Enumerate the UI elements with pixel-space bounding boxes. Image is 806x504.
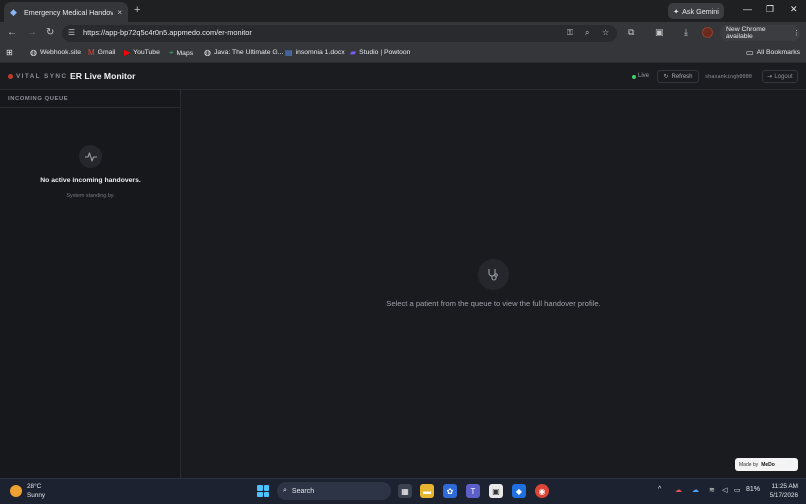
new-chrome-available-button[interactable]: New Chrome available ⋮ [720,25,800,41]
badge-close-icon[interactable]: × [788,461,792,467]
bookmark-webhook[interactable]: ◍ Webhook.site [30,48,81,57]
tab-favicon-icon: ◆ [10,6,17,17]
username: shaxankingh0000 [705,74,752,80]
chrome-icon[interactable]: ◉ [535,484,549,498]
search-icon: ⌕ [283,487,287,494]
weather-condition: Sunny [27,491,46,499]
medo-logo: MeDo [761,461,775,468]
system-clock[interactable]: 11:25 AM 5/17/2026 [762,483,798,500]
password-key-icon[interactable]: ⚿ [567,28,573,38]
gemini-sparkle-icon: ✦ [673,6,680,16]
weather-widget[interactable]: 28°C Sunny [27,483,45,500]
battery-percent: 81% [746,486,761,493]
powtoon-icon: ▰ [350,48,357,57]
brand-dot [8,74,13,79]
bookmark-youtube[interactable]: ▶ YouTube [124,48,160,57]
logout-label: Logout [774,73,793,80]
page-title: ER Live Monitor [70,71,136,81]
tray-app-icon[interactable]: ☁ [675,486,682,494]
close-window-icon[interactable]: ✕ [790,4,798,15]
empty-queue-subtitle: System standing by. [66,193,115,199]
extensions-icon[interactable]: ⧉ [628,27,634,38]
tab-close-icon[interactable]: × [117,8,122,17]
file-explorer-icon[interactable]: ▬ [420,484,434,498]
volume-icon[interactable]: ◁ [722,486,727,494]
globe-icon: ◍ [30,48,37,57]
download-icon[interactable]: ⤓ [684,27,688,38]
restore-icon[interactable]: ❐ [766,4,774,15]
empty-queue-title: No active incoming handovers. [40,177,141,184]
logout-icon: ⇥ [767,74,773,80]
reload-icon[interactable]: ↻ [46,27,54,38]
new-chrome-label: New Chrome available [726,26,766,40]
profile-avatar[interactable] [702,27,713,38]
activity-pulse-icon [79,145,102,168]
brand-name: VITAL SYNC [16,73,68,80]
tray-chevron-icon[interactable]: ^ [658,486,661,493]
taskbar-search[interactable]: ⌕ Search [277,482,391,500]
task-view-icon[interactable]: ▦ [398,484,412,498]
select-patient-message: Select a patient from the queue to view … [386,299,601,308]
live-status-label: Live [638,73,650,79]
wifi-icon[interactable]: ≋ [709,486,715,494]
bookmark-gmail[interactable]: M Gmail [88,48,115,57]
browser-tab[interactable]: ◆ Emergency Medical Handover × [4,2,128,22]
ask-gemini-button[interactable]: ✦ Ask Gemini [668,3,724,19]
forward-arrow-icon[interactable]: → [27,27,37,38]
copilot-icon[interactable]: ✿ [443,484,457,498]
refresh-icon: ↻ [663,74,669,80]
bookmark-insomnia[interactable]: ▤ insomnia 1.docx [285,48,345,57]
store-icon[interactable]: ▣ [489,484,503,498]
tab-title: Emergency Medical Handover [24,7,114,17]
site-settings-icon[interactable]: ☰ [68,28,75,37]
minimize-icon[interactable]: — [743,4,752,14]
live-status-dot [632,75,636,79]
url-text[interactable]: https://app-bp72q5c4r0n5.appmedo.com/er-… [83,28,252,37]
made-by-label: Made by [739,461,759,468]
onedrive-icon[interactable]: ☁ [692,486,699,494]
side-panel-icon[interactable]: ▣ [655,27,664,38]
ask-gemini-label: Ask Gemini [682,6,719,16]
all-bookmarks[interactable]: ▭ All Bookmarks [746,48,800,57]
teams-icon[interactable]: T [466,484,480,498]
back-arrow-icon[interactable]: ← [7,27,17,38]
bookmark-maps[interactable]: ⌖ Maps [169,48,193,58]
apps-grid-icon[interactable]: ⊞ [6,48,13,57]
gmail-icon: M [88,48,95,57]
logout-button[interactable]: ⇥ Logout [762,70,798,83]
doc-icon: ▤ [285,48,293,57]
youtube-icon: ▶ [124,48,131,57]
dropbox-icon[interactable]: ◆ [512,484,526,498]
clock-time: 11:25 AM [771,483,798,490]
taskbar-search-label: Search [291,487,315,495]
kebab-menu-icon: ⋮ [793,30,800,37]
folder-icon: ▭ [746,48,754,57]
stethoscope-icon [478,259,509,290]
globe-icon: ◍ [204,48,211,57]
bookmark-star-icon[interactable]: ☆ [602,28,609,37]
battery-icon[interactable]: ▭ [734,486,741,494]
new-tab-button[interactable]: + [134,4,140,16]
sun-icon[interactable] [10,485,22,497]
clock-date: 5/17/2026 [769,491,798,499]
queue-title: INCOMING QUEUE [8,96,69,102]
refresh-label: Refresh [671,73,693,80]
bookmark-java[interactable]: ◍ Java: The Ultimate G... [204,48,283,57]
refresh-button[interactable]: ↻ Refresh [657,70,699,83]
start-button-icon[interactable] [257,485,269,497]
bookmark-powtoon[interactable]: ▰ Studio | Powtoon [350,48,410,57]
weather-temp: 28°C [27,483,42,490]
maps-icon: ⌖ [169,48,174,57]
zoom-icon[interactable]: ⌕ [585,28,589,38]
